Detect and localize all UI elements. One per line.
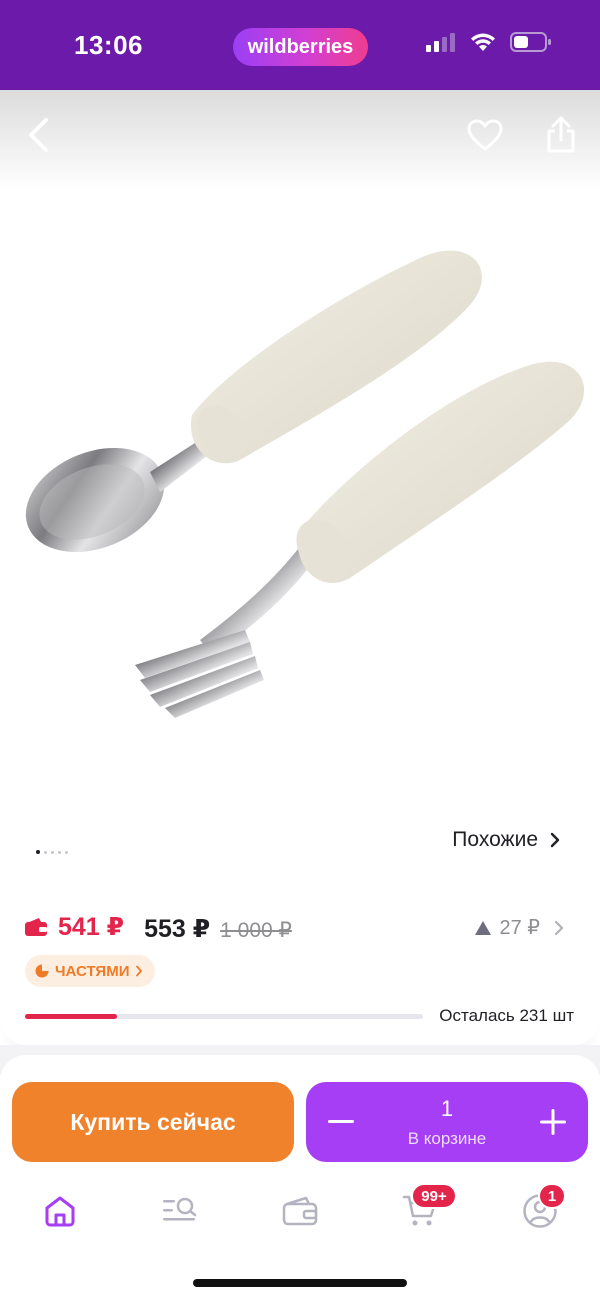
similar-label: Похожие xyxy=(452,828,538,851)
status-icons xyxy=(426,32,552,52)
status-bar: 13:06 wildberries xyxy=(0,0,600,90)
product-image[interactable] xyxy=(0,210,600,770)
stock-progress-fill xyxy=(25,1014,117,1019)
increase-quantity-button[interactable] xyxy=(518,1082,588,1162)
pagination-dot xyxy=(44,850,47,854)
share-button[interactable] xyxy=(538,112,584,158)
pagination-dot xyxy=(65,850,68,854)
wallet-icon xyxy=(282,1196,318,1226)
share-icon xyxy=(547,116,575,153)
triangle-up-icon xyxy=(475,920,492,935)
back-button[interactable] xyxy=(16,112,62,158)
gallery-pagination xyxy=(36,850,68,854)
tab-catalog-search[interactable] xyxy=(155,1186,205,1236)
chevron-right-icon xyxy=(136,965,143,977)
pagination-dot xyxy=(36,850,40,854)
home-indicator xyxy=(193,1279,407,1287)
installments-badge[interactable]: ЧАСТЯМИ xyxy=(25,955,156,987)
wallet-price[interactable]: 541 ₽ xyxy=(24,912,124,942)
pagination-dot xyxy=(51,850,54,854)
battery-icon xyxy=(510,32,551,52)
pie-icon xyxy=(35,964,49,978)
stock-remaining: Осталась 231 шт xyxy=(439,1006,574,1025)
tab-home[interactable] xyxy=(35,1186,85,1236)
buy-now-button[interactable]: Купить сейчас xyxy=(12,1082,294,1162)
chevron-left-icon xyxy=(29,118,48,152)
stock-progress xyxy=(25,1014,423,1019)
profile-badge: 1 xyxy=(538,1183,566,1209)
signal-icon xyxy=(426,33,455,52)
wallet-price-value: 541 ₽ xyxy=(58,913,125,941)
heart-icon xyxy=(467,119,503,151)
installments-label: ЧАСТЯМИ xyxy=(55,962,130,980)
brand-logo: wildberries xyxy=(233,28,368,66)
decrease-quantity-button[interactable] xyxy=(306,1082,376,1162)
cart-quantity-control: 1 В корзине xyxy=(306,1082,588,1162)
regular-price: 553 ₽ xyxy=(144,915,211,943)
wifi-icon xyxy=(471,33,495,51)
clock: 13:06 xyxy=(74,30,143,60)
price-change-value: 27 ₽ xyxy=(499,917,540,939)
price-history-link[interactable]: 27 ₽ xyxy=(475,915,564,940)
home-icon xyxy=(45,1196,75,1227)
plus-icon xyxy=(540,1109,566,1135)
price-row: 541 ₽ 553 ₽ 1 000 ₽ xyxy=(24,912,292,944)
cart-badge: 99+ xyxy=(411,1183,457,1209)
favorite-button[interactable] xyxy=(462,112,508,158)
chevron-right-icon xyxy=(550,832,560,848)
image-header-fade xyxy=(0,90,600,190)
similar-link[interactable]: Похожие xyxy=(452,828,560,852)
chevron-right-icon xyxy=(554,920,564,935)
old-price: 1 000 ₽ xyxy=(220,919,292,942)
tab-wallet[interactable] xyxy=(275,1186,325,1236)
catalog-search-icon xyxy=(163,1197,197,1221)
wallet-icon xyxy=(25,918,47,936)
pagination-dot xyxy=(58,850,61,854)
